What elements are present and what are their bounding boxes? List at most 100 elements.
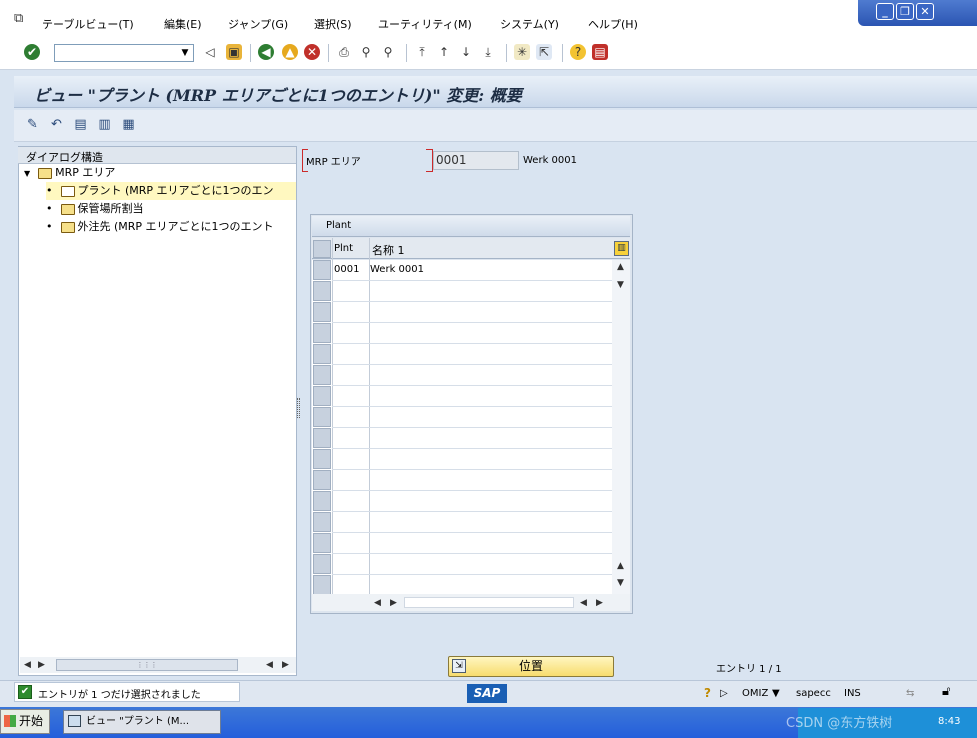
table-settings-icon[interactable]: ▥ bbox=[614, 241, 629, 256]
layout-icon[interactable]: ▤ bbox=[592, 44, 608, 60]
restore-button[interactable]: ❐ bbox=[896, 3, 914, 20]
scroll-left-icon[interactable]: ◀ bbox=[266, 660, 273, 670]
close-button[interactable]: ✕ bbox=[916, 3, 934, 20]
row-selector[interactable] bbox=[313, 533, 331, 553]
tree-node-label: 保管場所割当 bbox=[77, 202, 144, 215]
scroll-right-icon[interactable]: ▶ bbox=[38, 660, 45, 670]
expand-arrow-icon[interactable]: ▼ bbox=[24, 169, 30, 178]
menu-table-view[interactable]: テーブルビュー(T) bbox=[42, 16, 134, 32]
chevron-down-icon[interactable]: ▼ bbox=[177, 45, 193, 61]
first-page-icon[interactable]: ⤒ bbox=[414, 44, 430, 60]
row-selector[interactable] bbox=[313, 302, 331, 322]
system-dropdown-icon[interactable]: ▼ bbox=[772, 688, 780, 699]
server-name: sapecc bbox=[796, 688, 831, 699]
menu-system[interactable]: システム(Y) bbox=[500, 16, 559, 32]
exit-icon[interactable]: ▲ bbox=[282, 44, 298, 60]
menu-bar bbox=[0, 0, 977, 36]
select-all-icon[interactable]: ▤ bbox=[72, 116, 89, 133]
row-selector[interactable] bbox=[313, 554, 331, 574]
back-icon[interactable]: ◁ bbox=[202, 44, 218, 60]
tree-node-label: MRP エリア bbox=[55, 166, 116, 179]
toolbar-divider bbox=[406, 44, 407, 62]
scroll-track[interactable] bbox=[404, 597, 574, 608]
undo-icon[interactable]: ↶ bbox=[48, 116, 65, 133]
tree-node-mrp-area[interactable]: ▼ MRP エリア bbox=[24, 164, 294, 182]
row-selector[interactable] bbox=[313, 575, 331, 595]
cell-name[interactable]: Werk 0001 bbox=[370, 264, 424, 275]
column-header-name[interactable]: 名称 1 bbox=[372, 242, 405, 258]
nav-back-icon[interactable]: ◀ bbox=[258, 44, 274, 60]
column-header-plnt[interactable]: Plnt bbox=[334, 243, 353, 254]
display-change-icon[interactable]: ✎ bbox=[24, 116, 41, 133]
row-selector[interactable] bbox=[313, 449, 331, 469]
prev-page-icon[interactable]: ↑ bbox=[436, 44, 452, 60]
scroll-down-icon[interactable]: ▼ bbox=[617, 280, 624, 290]
table-vertical-scrollbar[interactable] bbox=[612, 260, 630, 594]
splitter-handle[interactable] bbox=[297, 398, 300, 418]
scroll-left-icon[interactable]: ◀ bbox=[24, 660, 31, 670]
status-expand-icon[interactable]: ▷ bbox=[720, 688, 728, 699]
help-icon[interactable]: ? bbox=[704, 686, 711, 700]
bullet-icon: • bbox=[46, 202, 53, 215]
scroll-left-icon[interactable]: ◀ bbox=[580, 598, 587, 608]
scroll-left-icon[interactable]: ◀ bbox=[374, 598, 381, 608]
lock-icon[interactable]: 🔓︎ bbox=[942, 684, 950, 699]
save-icon[interactable]: ▣ bbox=[226, 44, 242, 60]
row-selector[interactable] bbox=[313, 428, 331, 448]
scroll-right-icon[interactable]: ▶ bbox=[390, 598, 397, 608]
menu-help[interactable]: ヘルプ(H) bbox=[588, 16, 638, 32]
command-field[interactable]: ▼ bbox=[54, 44, 194, 62]
next-page-icon[interactable]: ↓ bbox=[458, 44, 474, 60]
tree-node-plant[interactable]: • プラント (MRP エリアごとに1つのエン bbox=[46, 182, 296, 200]
open-folder-icon bbox=[60, 185, 75, 197]
row-selector[interactable] bbox=[313, 470, 331, 490]
find-icon[interactable]: ⚲ bbox=[358, 44, 374, 60]
cancel-icon[interactable]: ✕ bbox=[304, 44, 320, 60]
enter-icon[interactable]: ✔ bbox=[24, 44, 40, 60]
scroll-thumb[interactable]: ⋮⋮⋮ bbox=[56, 659, 238, 671]
tree-node-subcontractor[interactable]: • 外注先 (MRP エリアごとに1つのエント bbox=[46, 218, 296, 236]
menu-icon[interactable]: ⧉ bbox=[14, 12, 28, 25]
menu-select[interactable]: 選択(S) bbox=[314, 16, 352, 32]
mrp-area-field[interactable]: 0001 bbox=[433, 151, 519, 170]
menu-utilities[interactable]: ユーティリティ(M) bbox=[378, 16, 472, 32]
last-page-icon[interactable]: ⤓ bbox=[480, 44, 496, 60]
row-selector[interactable] bbox=[313, 281, 331, 301]
print-icon[interactable]: ⎙ bbox=[336, 44, 352, 60]
row-divider bbox=[332, 280, 612, 281]
scroll-up-icon[interactable]: ▲ bbox=[617, 262, 624, 272]
position-button[interactable]: 位置 bbox=[448, 656, 614, 677]
tree-node-storage-location[interactable]: • 保管場所割当 bbox=[46, 200, 296, 218]
shortcut-icon[interactable]: ⇱ bbox=[536, 44, 552, 60]
frame-corner bbox=[302, 149, 308, 150]
menu-goto[interactable]: ジャンプ(G) bbox=[228, 16, 288, 32]
row-selector[interactable] bbox=[313, 407, 331, 427]
insert-mode[interactable]: INS bbox=[844, 688, 861, 699]
taskbar-window-item[interactable]: ビュー "プラント (M... bbox=[63, 710, 221, 734]
row-selector[interactable] bbox=[313, 323, 331, 343]
clock: 8:43 bbox=[938, 716, 961, 727]
row-divider bbox=[332, 343, 612, 344]
scroll-right-icon[interactable]: ▶ bbox=[282, 660, 289, 670]
row-selector[interactable] bbox=[313, 344, 331, 364]
position-button-label: 位置 bbox=[518, 659, 543, 673]
deselect-all-icon[interactable]: ▦ bbox=[120, 116, 137, 133]
system-name[interactable]: OMIZ bbox=[742, 688, 768, 699]
scroll-right-icon[interactable]: ▶ bbox=[596, 598, 603, 608]
row-selector[interactable] bbox=[313, 386, 331, 406]
row-selector[interactable] bbox=[313, 512, 331, 532]
new-session-icon[interactable]: ✳ bbox=[514, 44, 530, 60]
row-selector[interactable] bbox=[313, 491, 331, 511]
scroll-down-icon[interactable]: ▼ bbox=[617, 578, 624, 588]
row-selector[interactable] bbox=[313, 365, 331, 385]
minimize-button[interactable]: _ bbox=[876, 3, 894, 20]
row-divider bbox=[332, 406, 612, 407]
select-block-icon[interactable]: ▥ bbox=[96, 116, 113, 133]
row-selector[interactable] bbox=[313, 260, 331, 280]
menu-edit[interactable]: 編集(E) bbox=[164, 16, 202, 32]
scroll-up-icon[interactable]: ▲ bbox=[617, 561, 624, 571]
select-all-rows-button[interactable] bbox=[313, 240, 331, 258]
cell-plnt[interactable]: 0001 bbox=[334, 264, 359, 275]
find-next-icon[interactable]: ⚲ bbox=[380, 44, 396, 60]
help-icon[interactable]: ? bbox=[570, 44, 586, 60]
